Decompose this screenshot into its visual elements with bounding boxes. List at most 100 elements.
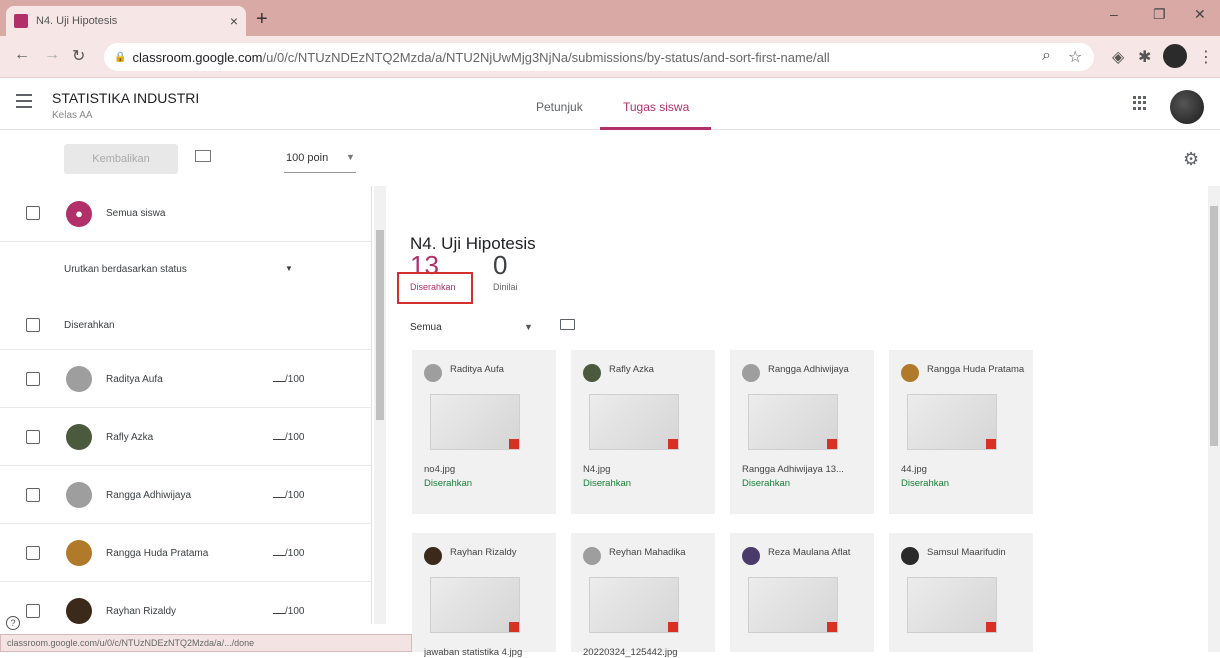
student-row[interactable]: Rangga Huda Pratama/100	[0, 524, 372, 582]
grade-max: /100	[285, 490, 305, 501]
graded-label[interactable]: Dinilai	[493, 282, 518, 292]
section-row: Diserahkan	[0, 300, 372, 350]
attachment-thumbnail[interactable]	[748, 394, 838, 450]
card-student-name: Reza Maulana Aflat	[768, 547, 851, 558]
grade-input[interactable]: /100	[273, 490, 304, 501]
lock-icon: 🔒	[114, 51, 127, 63]
select-all-checkbox[interactable]	[26, 206, 40, 220]
card-student-name: Rangga Huda Pratama	[927, 364, 1025, 375]
graded-count[interactable]: 0	[493, 250, 507, 281]
student-row[interactable]: Raditya Aufa/100	[0, 350, 372, 408]
main-scrollbar[interactable]	[1208, 186, 1220, 652]
close-window-icon[interactable]: ✕	[1194, 6, 1206, 23]
left-scrollbar[interactable]	[374, 186, 386, 624]
filter-chevron-icon[interactable]: ▼	[524, 322, 533, 332]
main-menu-icon[interactable]	[16, 94, 32, 112]
chevron-down-icon[interactable]: ▼	[346, 152, 355, 162]
account-avatar[interactable]	[1170, 90, 1204, 124]
tab-instructions[interactable]: Petunjuk	[536, 100, 583, 114]
attachment-thumbnail[interactable]	[589, 394, 679, 450]
student-name[interactable]: Rangga Huda Pratama	[106, 548, 208, 559]
attachment-thumbnail[interactable]	[907, 577, 997, 633]
maximize-icon[interactable]: ❐	[1153, 6, 1166, 23]
card-avatar	[742, 547, 760, 565]
grade-max: /100	[285, 606, 305, 617]
left-scrollbar-thumb[interactable]	[376, 230, 384, 420]
menu-icon[interactable]: ⋮	[1198, 47, 1214, 67]
class-section: Kelas AA	[52, 110, 93, 121]
folder-icon[interactable]	[560, 319, 575, 330]
classroom-favicon-icon	[14, 14, 28, 28]
class-name[interactable]: STATISTIKA INDUSTRI	[52, 90, 199, 106]
attachment-thumbnail[interactable]	[748, 577, 838, 633]
student-name[interactable]: Rafly Azka	[106, 432, 153, 443]
section-checkbox[interactable]	[26, 318, 40, 332]
submission-card[interactable]: Rangga Adhiwijaya Rangga Adhiwijaya 13...…	[730, 350, 874, 514]
student-row[interactable]: Rangga Adhiwijaya/100	[0, 466, 372, 524]
zoom-icon[interactable]: ⌕	[1042, 47, 1051, 65]
student-name[interactable]: Rangga Adhiwijaya	[106, 490, 191, 501]
attachment-filename: N4.jpg	[583, 464, 611, 475]
grade-input[interactable]: /100	[273, 432, 304, 443]
grade-input[interactable]: /100	[273, 374, 304, 385]
student-avatar	[66, 366, 92, 392]
student-name[interactable]: Raditya Aufa	[106, 374, 163, 385]
help-icon[interactable]: ?	[6, 616, 20, 630]
grade-input[interactable]: /100	[273, 548, 304, 559]
settings-gear-icon[interactable]: ⚙	[1183, 149, 1199, 170]
browser-tab[interactable]: N4. Uji Hipotesis ×	[6, 6, 246, 36]
star-icon[interactable]: ☆	[1068, 47, 1082, 67]
student-checkbox[interactable]	[26, 604, 40, 618]
card-student-name: Samsul Maarifudin	[927, 547, 1006, 558]
back-icon[interactable]: ←	[14, 46, 30, 64]
student-name[interactable]: Rayhan Rizaldy	[106, 606, 176, 617]
student-avatar	[66, 424, 92, 450]
attachment-filename: no4.jpg	[424, 464, 456, 475]
attachment-filename: jawaban statistika 4.jpg	[424, 647, 523, 658]
main-scrollbar-thumb[interactable]	[1210, 206, 1218, 446]
profile-avatar[interactable]	[1163, 44, 1187, 68]
points-select[interactable]: 100 poin	[286, 152, 328, 164]
highlight-box	[397, 272, 473, 304]
tab-student-work[interactable]: Tugas siswa	[623, 100, 689, 114]
submission-card[interactable]: Raditya Aufa no4.jpg Diserahkan	[412, 350, 556, 514]
submission-card[interactable]: Rangga Huda Pratama 44.jpg Diserahkan	[889, 350, 1033, 514]
classroom-header: STATISTIKA INDUSTRI Kelas AA Petunjuk Tu…	[0, 78, 1220, 130]
submission-status: Diserahkan	[583, 478, 632, 489]
sort-select[interactable]: Urutkan berdasarkan status	[64, 264, 187, 275]
submission-card[interactable]: Reza Maulana Aflat	[730, 533, 874, 652]
grade-input[interactable]: /100	[273, 606, 304, 617]
attachment-thumbnail[interactable]	[907, 394, 997, 450]
forward-icon[interactable]: →	[44, 46, 60, 64]
all-students-row[interactable]: ● Semua siswa	[0, 186, 372, 242]
attachment-thumbnail[interactable]	[430, 577, 520, 633]
new-tab-button[interactable]: +	[256, 8, 268, 31]
student-row[interactable]: Rafly Azka/100	[0, 408, 372, 466]
student-checkbox[interactable]	[26, 372, 40, 386]
student-checkbox[interactable]	[26, 488, 40, 502]
minimize-icon[interactable]: –	[1110, 6, 1118, 22]
submission-card[interactable]: Reyhan Mahadika 20220324_125442.jpg	[571, 533, 715, 658]
sort-chevron-icon[interactable]: ▼	[285, 264, 293, 273]
attachment-thumbnail[interactable]	[589, 577, 679, 633]
close-tab-icon[interactable]: ×	[230, 13, 238, 29]
card-student-name: Rangga Adhiwijaya	[768, 364, 849, 375]
email-icon[interactable]	[195, 150, 211, 162]
attachment-thumbnail[interactable]	[430, 394, 520, 450]
url-input[interactable]: 🔒 classroom.google.com /u/0/c/NTUzNDEzNT…	[104, 43, 1094, 71]
extension-icon[interactable]: ◈	[1112, 47, 1124, 67]
submission-card[interactable]: Rayhan Rizaldy jawaban statistika 4.jpg	[412, 533, 556, 658]
attachment-filename: Rangga Adhiwijaya 13...	[742, 464, 844, 475]
student-checkbox[interactable]	[26, 546, 40, 560]
filter-select[interactable]: Semua	[410, 322, 442, 333]
sort-row[interactable]: Urutkan berdasarkan status ▼	[0, 242, 372, 300]
status-bar-url: classroom.google.com/u/0/c/NTUzNDEzNTQ2M…	[0, 634, 412, 652]
student-row[interactable]: Rayhan Rizaldy/100	[0, 582, 372, 640]
puzzle-icon[interactable]: ✱	[1138, 47, 1151, 67]
reload-icon[interactable]: ↻	[72, 46, 85, 66]
submission-card[interactable]: Rafly Azka N4.jpg Diserahkan	[571, 350, 715, 514]
apps-grid-icon[interactable]	[1133, 96, 1147, 110]
submission-card[interactable]: Samsul Maarifudin	[889, 533, 1033, 652]
return-button[interactable]: Kembalikan	[64, 144, 178, 174]
student-checkbox[interactable]	[26, 430, 40, 444]
